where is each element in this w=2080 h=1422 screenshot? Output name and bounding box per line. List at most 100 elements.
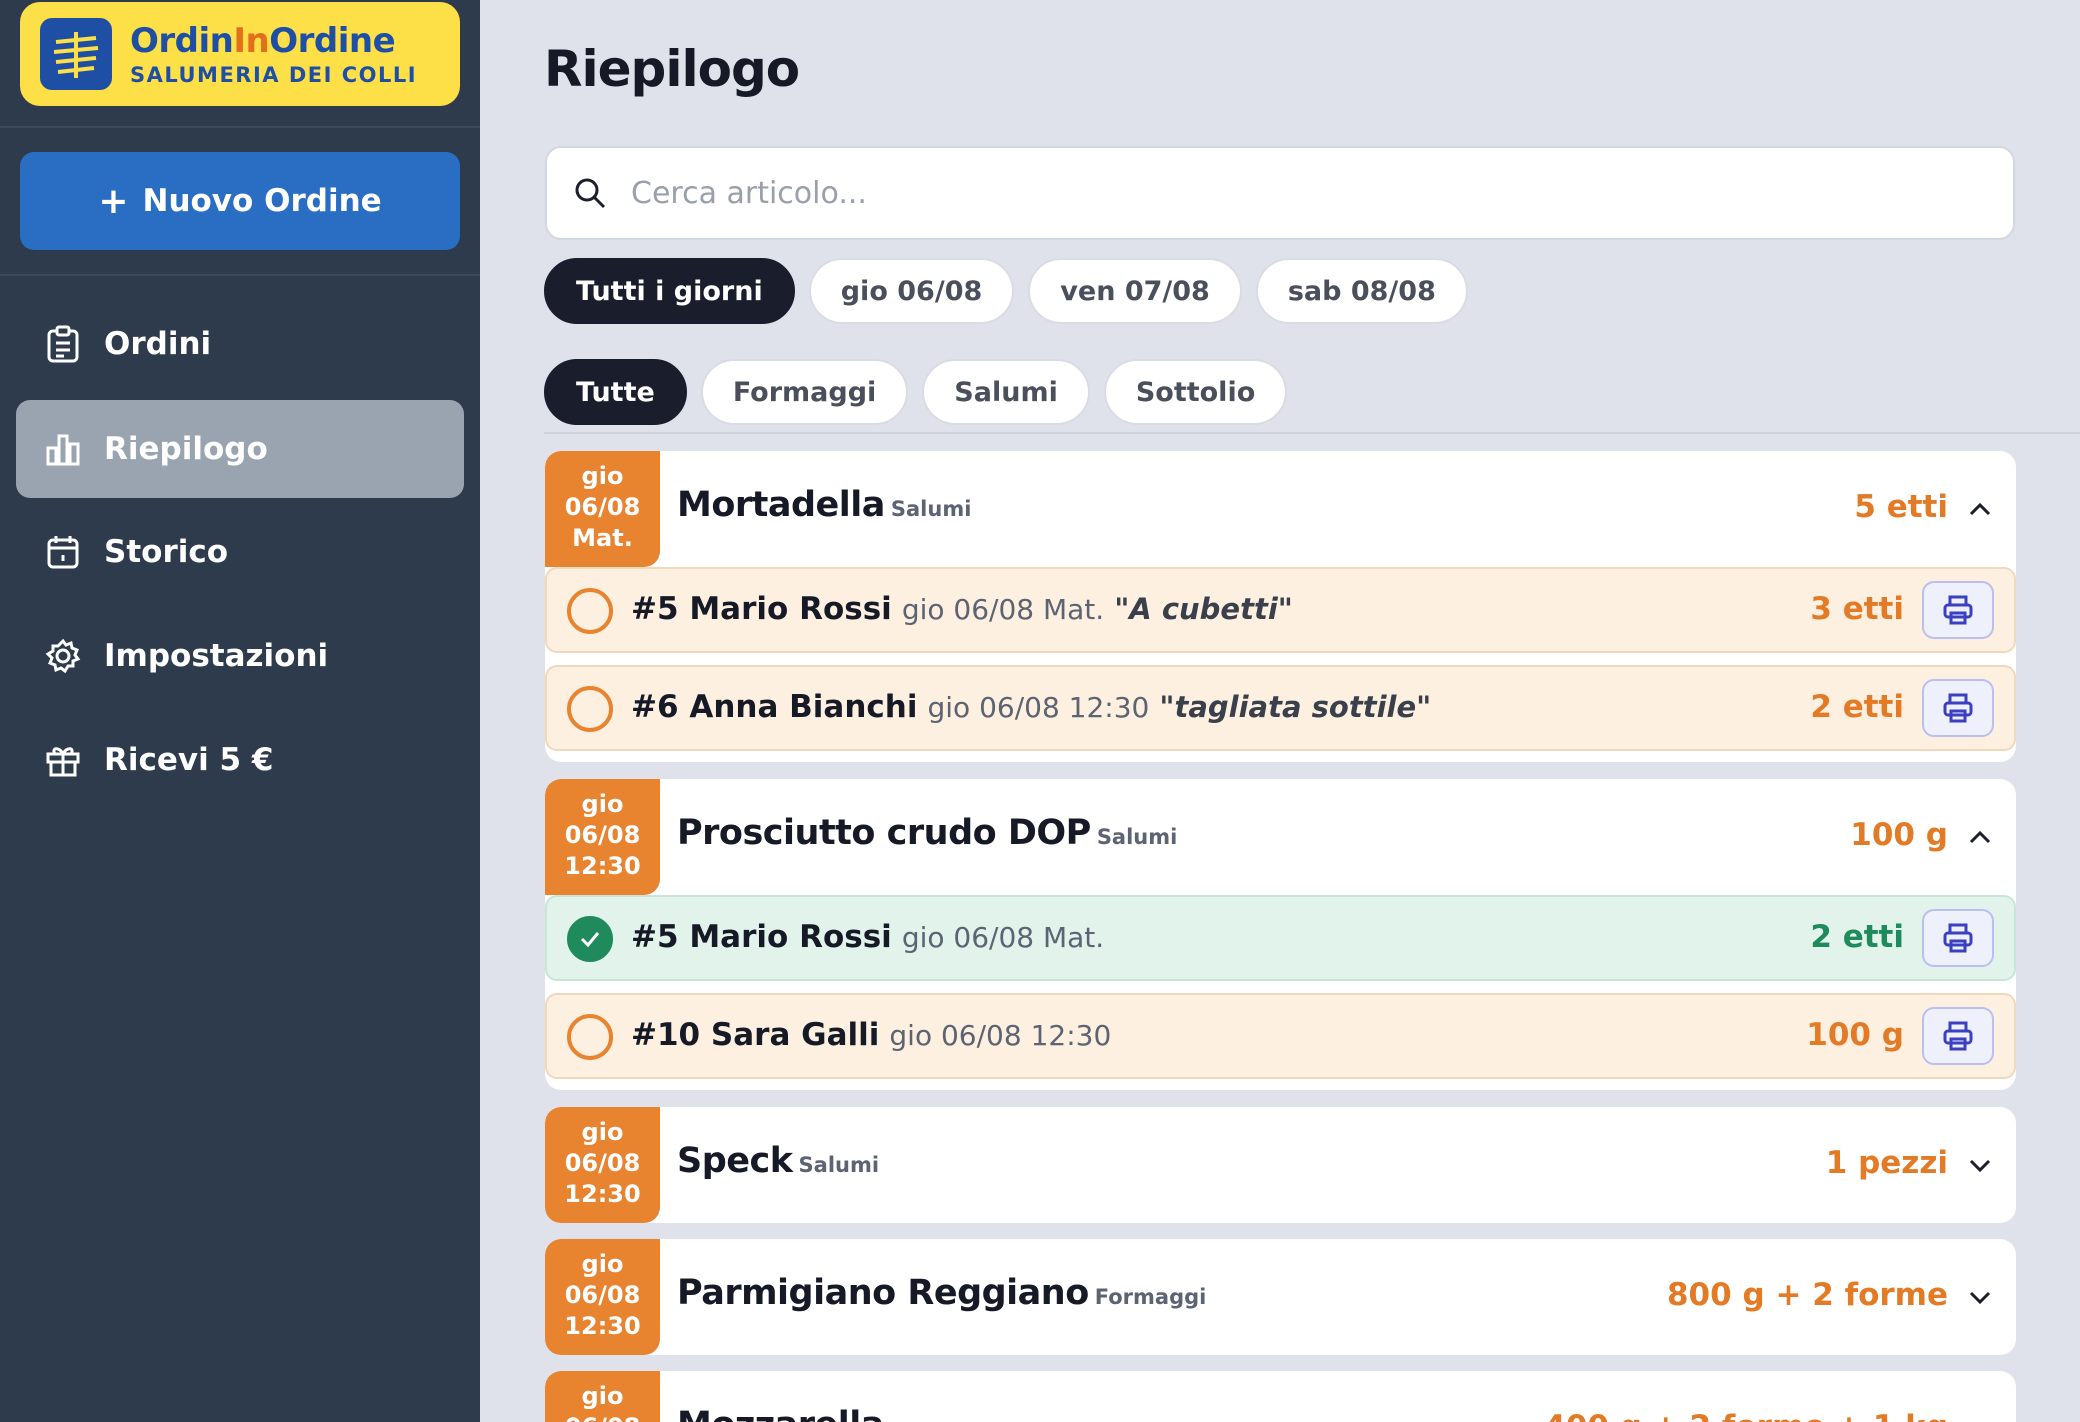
category-filter-sottolio[interactable]: Sottolio bbox=[1103, 359, 1288, 425]
brand-name: OrdinInOrdine bbox=[130, 21, 396, 61]
status-circle-icon[interactable] bbox=[567, 1014, 613, 1060]
sidebar-item-ricevi[interactable]: Ricevi 5 € bbox=[16, 711, 464, 809]
order-qty: 100 g bbox=[1806, 1017, 1904, 1053]
gift-icon bbox=[44, 741, 82, 779]
brand-logo-icon bbox=[40, 18, 112, 90]
item-card-header[interactable]: gio 06/08 12:30 Prosciutto crudo DOP Salumi… bbox=[545, 779, 2016, 895]
order-qty: 2 etti bbox=[1810, 689, 1904, 725]
sidebar-item-label: Ordini bbox=[104, 326, 212, 362]
printer-icon bbox=[1943, 923, 1973, 953]
brand-logo-block[interactable]: OrdinInOrdine SALUMERIA DEI COLLI bbox=[20, 2, 460, 106]
item-card-speck[interactable]: gio 06/08 12:30 Speck Salumi 1 pezzi bbox=[545, 1107, 2016, 1223]
filter-divider bbox=[544, 432, 2080, 434]
item-card-header[interactable]: gio 06/08 Mat. Mortadella Salumi 5 etti bbox=[545, 451, 2016, 567]
order-when: gio 06/08 12:30 bbox=[889, 1019, 1112, 1052]
item-card-header[interactable]: gio 06/08 12:30 Speck Salumi 1 pezzi bbox=[545, 1107, 2016, 1223]
brand-subtitle: SALUMERIA DEI COLLI bbox=[130, 63, 418, 87]
sidebar-item-impostazioni[interactable]: Impostazioni bbox=[16, 607, 464, 705]
new-order-button[interactable]: + Nuovo Ordine bbox=[20, 152, 460, 250]
item-total: 100 g bbox=[1850, 817, 1948, 853]
date-badge: gio 06/08 12:30 bbox=[545, 1239, 660, 1355]
printer-icon bbox=[1943, 1021, 1973, 1051]
item-category: Salumi bbox=[890, 497, 972, 521]
sidebar-item-label: Storico bbox=[104, 534, 229, 570]
item-total: 1 pezzi bbox=[1825, 1145, 1948, 1181]
order-customer: #5 Mario Rossi bbox=[631, 591, 892, 627]
order-row[interactable]: #10 Sara Galli gio 06/08 12:30 100 g bbox=[545, 993, 2016, 1079]
order-when: gio 06/08 12:30 bbox=[927, 691, 1150, 724]
chevron-down-icon[interactable] bbox=[1966, 1415, 1994, 1422]
order-qty: 3 etti bbox=[1810, 591, 1904, 627]
date-badge: gio06/08 bbox=[545, 1371, 660, 1422]
chevron-up-icon[interactable] bbox=[1966, 495, 1994, 527]
sidebar-item-ordini[interactable]: Ordini bbox=[16, 295, 464, 393]
category-filter-salumi[interactable]: Salumi bbox=[922, 359, 1090, 425]
print-button[interactable] bbox=[1922, 909, 1994, 967]
category-filter-row: Tutte Formaggi Salumi Sottolio bbox=[544, 359, 1288, 425]
category-filter-all[interactable]: Tutte bbox=[544, 359, 687, 425]
sidebar-item-label: Ricevi 5 € bbox=[104, 742, 274, 778]
clipboard-icon bbox=[44, 325, 82, 363]
date-badge: gio 06/08 12:30 bbox=[545, 779, 660, 895]
status-circle-icon[interactable] bbox=[567, 588, 613, 634]
day-filter-all[interactable]: Tutti i giorni bbox=[544, 258, 795, 324]
sidebar-divider bbox=[0, 126, 480, 128]
item-category: Salumi bbox=[1096, 825, 1178, 849]
calendar-icon bbox=[44, 533, 82, 571]
print-button[interactable] bbox=[1922, 679, 1994, 737]
status-circle-icon[interactable] bbox=[567, 686, 613, 732]
sidebar-item-label: Impostazioni bbox=[104, 638, 329, 674]
item-card-prosciutto: gio 06/08 12:30 Prosciutto crudo DOP Salumi… bbox=[545, 779, 2016, 1090]
item-card-header[interactable]: gio06/08 Mozzarella 400 g + 2 forme + 1 … bbox=[545, 1371, 2016, 1422]
item-name: Prosciutto crudo DOP Salumi bbox=[677, 813, 1178, 853]
day-filter-row: Tutti i giorni gio 06/08 ven 07/08 sab 0… bbox=[544, 258, 1468, 324]
print-button[interactable] bbox=[1922, 1007, 1994, 1065]
item-category: Formaggi bbox=[1094, 1285, 1207, 1309]
sidebar: OrdinInOrdine SALUMERIA DEI COLLI + Nuov… bbox=[0, 0, 480, 1422]
page-title: Riepilogo bbox=[544, 40, 800, 98]
order-note: "A cubetti" bbox=[1114, 592, 1293, 626]
gear-icon bbox=[44, 637, 82, 675]
order-row[interactable]: #5 Mario Rossi gio 06/08 Mat. "A cubetti" … bbox=[545, 567, 2016, 653]
order-when: gio 06/08 Mat. bbox=[901, 593, 1105, 626]
printer-icon bbox=[1943, 693, 1973, 723]
item-category: Salumi bbox=[798, 1153, 880, 1177]
search-input[interactable] bbox=[631, 175, 1931, 211]
search-bar[interactable] bbox=[545, 146, 2015, 240]
chevron-down-icon[interactable] bbox=[1966, 1151, 1994, 1183]
item-total: 800 g + 2 forme bbox=[1666, 1277, 1948, 1313]
item-card-mortadella: gio 06/08 Mat. Mortadella Salumi 5 etti #5 … bbox=[545, 451, 2016, 762]
item-name: Parmigiano Reggiano Formaggi bbox=[677, 1273, 1207, 1313]
day-filter-gio[interactable]: gio 06/08 bbox=[808, 258, 1015, 324]
item-name: Mozzarella bbox=[677, 1405, 884, 1422]
item-name: Speck Salumi bbox=[677, 1141, 880, 1181]
plus-icon: + bbox=[98, 180, 129, 222]
sidebar-item-label: Riepilogo bbox=[104, 431, 268, 467]
sidebar-divider bbox=[0, 274, 480, 276]
bar-chart-icon bbox=[44, 430, 82, 468]
check-circle-icon[interactable] bbox=[567, 916, 613, 962]
day-filter-sab[interactable]: sab 08/08 bbox=[1255, 258, 1468, 324]
order-row[interactable]: #6 Anna Bianchi gio 06/08 12:30 "tagliata … bbox=[545, 665, 2016, 751]
item-total: 5 etti bbox=[1854, 489, 1948, 525]
date-badge: gio 06/08 12:30 bbox=[545, 1107, 660, 1223]
item-card-parmigiano[interactable]: gio 06/08 12:30 Parmigiano Reggiano Formagg… bbox=[545, 1239, 2016, 1355]
order-customer: #10 Sara Galli bbox=[631, 1017, 880, 1053]
order-customer: #6 Anna Bianchi bbox=[631, 689, 918, 725]
new-order-label: Nuovo Ordine bbox=[142, 183, 382, 219]
chevron-down-icon[interactable] bbox=[1966, 1283, 1994, 1315]
sidebar-item-riepilogo[interactable]: Riepilogo bbox=[16, 400, 464, 498]
order-customer: #5 Mario Rossi bbox=[631, 919, 892, 955]
chevron-up-icon[interactable] bbox=[1966, 823, 1994, 855]
item-card-mozzarella[interactable]: gio06/08 Mozzarella 400 g + 2 forme + 1 … bbox=[545, 1371, 2016, 1422]
sidebar-item-storico[interactable]: Storico bbox=[16, 503, 464, 601]
item-card-header[interactable]: gio 06/08 12:30 Parmigiano Reggiano Formagg… bbox=[545, 1239, 2016, 1355]
category-filter-formaggi[interactable]: Formaggi bbox=[700, 359, 909, 425]
search-icon bbox=[573, 176, 607, 210]
day-filter-ven[interactable]: ven 07/08 bbox=[1028, 258, 1242, 324]
item-total: 400 g + 2 forme + 1 kg bbox=[1544, 1409, 1948, 1422]
item-name: Mortadella Salumi bbox=[677, 485, 972, 525]
order-row[interactable]: #5 Mario Rossi gio 06/08 Mat. 2 etti bbox=[545, 895, 2016, 981]
print-button[interactable] bbox=[1922, 581, 1994, 639]
order-when: gio 06/08 Mat. bbox=[901, 921, 1105, 954]
